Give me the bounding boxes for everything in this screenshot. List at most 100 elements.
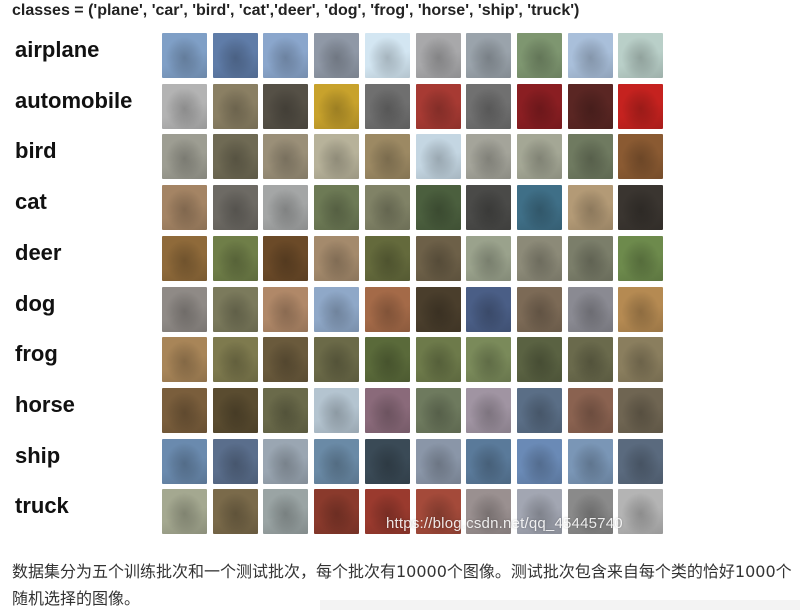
sample-image (314, 286, 360, 332)
sample-image (364, 235, 410, 281)
class-label: ship (15, 442, 61, 468)
sample-image (364, 337, 410, 383)
sample-image (212, 33, 258, 78)
sample-image (364, 286, 410, 332)
sample-image (516, 235, 562, 281)
class-row-cat: cat (0, 182, 670, 232)
sample-image (162, 235, 207, 281)
class-label: dog (15, 290, 56, 316)
sample-image (212, 286, 258, 332)
sample-image (466, 33, 512, 78)
sample-image (567, 337, 613, 383)
sample-image (314, 83, 360, 129)
sample-image (567, 83, 613, 129)
sample-image (212, 489, 258, 535)
sample-image (314, 438, 360, 484)
sample-image (466, 286, 512, 332)
sample-image (263, 83, 309, 129)
sample-image (466, 337, 512, 383)
sample-image (618, 337, 664, 383)
sample-image (364, 83, 410, 129)
bottom-strip (320, 600, 800, 610)
sample-image (618, 286, 664, 332)
sample-image (618, 83, 664, 129)
sample-image (618, 134, 664, 180)
sample-image (415, 185, 461, 231)
sample-image (618, 489, 664, 535)
class-label: horse (15, 391, 75, 417)
sample-image (466, 235, 512, 281)
class-label: bird (15, 138, 57, 164)
class-row-dog: dog (0, 284, 670, 334)
sample-image (263, 286, 309, 332)
sample-image (263, 387, 309, 433)
sample-image (466, 83, 512, 129)
sample-image (364, 134, 410, 180)
sample-image (618, 185, 664, 231)
sample-image (162, 83, 207, 129)
sample-image (314, 337, 360, 383)
class-row-frog: frog (0, 334, 670, 384)
class-label: airplane (15, 37, 100, 62)
sample-image (516, 286, 562, 332)
sample-image (364, 185, 410, 231)
sample-image (162, 33, 207, 78)
sample-image (415, 438, 461, 484)
sample-image (567, 134, 613, 180)
sample-image (263, 33, 309, 78)
class-label: automobile (15, 87, 133, 113)
class-label: frog (15, 341, 58, 367)
class-row-horse: horse (0, 385, 670, 435)
sample-image (516, 387, 562, 433)
sample-image (263, 235, 309, 281)
sample-image (466, 185, 512, 231)
sample-image (364, 387, 410, 433)
sample-image (212, 83, 258, 129)
sample-image (212, 438, 258, 484)
class-label: cat (15, 189, 47, 215)
class-row-automobile: automobile (0, 81, 670, 131)
sample-image (618, 33, 664, 78)
sample-image (212, 337, 258, 383)
sample-image (314, 33, 360, 78)
sample-image (263, 438, 309, 484)
sample-image (162, 438, 207, 484)
sample-image (516, 134, 562, 180)
sample-image (415, 33, 461, 78)
sample-image (415, 235, 461, 281)
sample-image (466, 134, 512, 180)
sample-image (567, 438, 613, 484)
sample-image (162, 337, 207, 383)
sample-image (314, 489, 360, 535)
sample-image (314, 235, 360, 281)
sample-image (364, 33, 410, 78)
sample-image (263, 134, 309, 180)
sample-image (567, 185, 613, 231)
sample-image (364, 438, 410, 484)
sample-image (466, 387, 512, 433)
sample-image (567, 33, 613, 78)
sample-image (314, 185, 360, 231)
sample-image (516, 83, 562, 129)
class-label: truck (15, 493, 69, 519)
class-row-bird: bird (0, 131, 670, 181)
sample-image (212, 387, 258, 433)
sample-image (212, 185, 258, 231)
sample-image (516, 438, 562, 484)
sample-image (567, 387, 613, 433)
sample-image (567, 286, 613, 332)
sample-image (314, 134, 360, 180)
sample-image (415, 83, 461, 129)
sample-image (567, 235, 613, 281)
sample-image (212, 235, 258, 281)
watermark-url: https://blog.csdn.net/qq_45445740 (386, 515, 623, 532)
sample-image (415, 134, 461, 180)
sample-image (263, 337, 309, 383)
sample-image (618, 387, 664, 433)
sample-image (618, 438, 664, 484)
sample-image (415, 286, 461, 332)
sample-image (162, 185, 207, 231)
sample-image (314, 387, 360, 433)
sample-image (516, 33, 562, 78)
class-label: deer (15, 239, 62, 265)
